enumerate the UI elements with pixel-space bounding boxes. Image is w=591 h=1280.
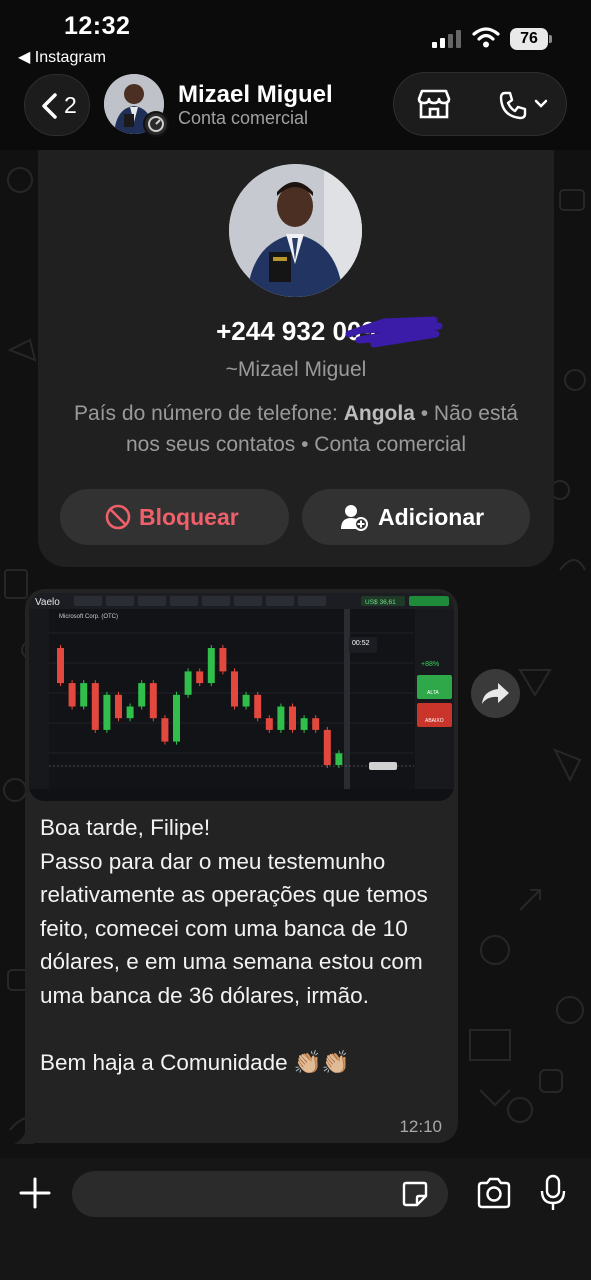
lower-label: ABAIXO	[425, 718, 444, 724]
battery-tip	[549, 35, 552, 43]
contact-display-name: ~Mizael Miguel	[225, 358, 367, 381]
plus-icon[interactable]	[18, 1176, 52, 1210]
candle	[80, 683, 88, 707]
candle	[300, 718, 308, 730]
candle	[219, 648, 227, 672]
message-bubble[interactable]: Vaelo US$ 36,61 Microsoft Corp. (OTC) 00…	[25, 589, 458, 1143]
battery-indicator: 76	[510, 28, 548, 50]
store-icon[interactable]	[416, 89, 452, 119]
disappearing-timer-icon	[143, 111, 169, 137]
trading-screenshot: Vaelo US$ 36,61 Microsoft Corp. (OTC) 00…	[29, 593, 454, 801]
candle	[254, 694, 262, 719]
back-to-instagram-link[interactable]: ◀ Instagram	[18, 47, 106, 67]
message-composer	[0, 1158, 591, 1280]
candle	[242, 694, 250, 707]
image-attachment[interactable]: Vaelo US$ 36,61 Microsoft Corp. (OTC) 00…	[29, 593, 454, 801]
candle	[207, 648, 215, 684]
candle	[323, 729, 331, 765]
broker-logo: Vaelo	[35, 597, 60, 608]
candle	[312, 718, 320, 730]
higher-label: ALTA	[427, 690, 439, 696]
candle	[231, 671, 238, 707]
info-country: Angola	[343, 402, 415, 425]
candle	[196, 671, 204, 684]
microphone-icon[interactable]	[540, 1174, 566, 1212]
forward-icon	[482, 683, 509, 704]
candle	[265, 718, 273, 730]
message-input[interactable]	[72, 1171, 448, 1217]
message-timestamp: 12:10	[399, 1117, 442, 1136]
phone-icon[interactable]	[498, 90, 528, 120]
candle	[115, 694, 122, 719]
add-contact-label: Adicionar	[378, 504, 485, 530]
contact-info-card: +244 932 009 ~Mizael Miguel País do núme…	[38, 150, 554, 567]
chevron-down-icon[interactable]	[534, 99, 548, 109]
block-button[interactable]: Bloquear	[60, 489, 289, 545]
chat-header: 2 Mizael Miguel Conta comercial	[0, 70, 591, 150]
camera-icon[interactable]	[476, 1177, 512, 1209]
contact-info-text: País do número de telefone: Angola • Não…	[68, 398, 524, 460]
block-icon	[105, 504, 131, 530]
status-time: 12:32	[64, 12, 131, 40]
candle	[173, 694, 180, 742]
candle	[57, 648, 64, 684]
broker-balance: US$ 36,61	[365, 599, 396, 606]
sticker-icon[interactable]	[401, 1180, 429, 1208]
candle	[289, 706, 296, 730]
candle	[149, 683, 157, 719]
unread-count: 2	[64, 92, 77, 118]
block-button-label: Bloquear	[139, 504, 239, 530]
candle	[103, 694, 111, 730]
wifi-icon	[472, 27, 500, 48]
contact-profile-photo[interactable]	[229, 164, 362, 297]
add-contact-button[interactable]: Adicionar	[302, 489, 530, 545]
candle	[91, 683, 99, 730]
message-text: Boa tarde, Filipe! Passo para dar o meu …	[40, 815, 428, 1075]
chevron-left-icon	[42, 93, 57, 119]
redaction-scribble	[345, 316, 443, 348]
payout-percent: +88%	[421, 661, 439, 668]
trade-timer: 00:52	[352, 640, 370, 647]
info-label: País do número de telefone:	[74, 402, 344, 425]
asset-name: Microsoft Corp. (OTC)	[59, 614, 118, 620]
forward-button[interactable]	[471, 669, 520, 718]
candle	[138, 683, 146, 707]
candle	[184, 671, 192, 695]
header-actions	[393, 72, 567, 136]
back-button[interactable]: 2	[24, 74, 90, 136]
candle	[161, 718, 169, 742]
candle	[126, 706, 134, 719]
status-bar: 12:32 ◀ Instagram 76	[0, 0, 591, 70]
cellular-signal-icon	[432, 30, 461, 48]
profile-photo	[229, 164, 362, 297]
contact-name[interactable]: Mizael Miguel	[178, 81, 333, 109]
candle	[277, 706, 285, 730]
contact-subtitle: Conta comercial	[178, 108, 309, 128]
candle	[68, 683, 76, 707]
contact-phone-number: +244 932 009	[216, 316, 376, 346]
add-person-icon	[341, 505, 368, 531]
candle	[335, 753, 343, 765]
